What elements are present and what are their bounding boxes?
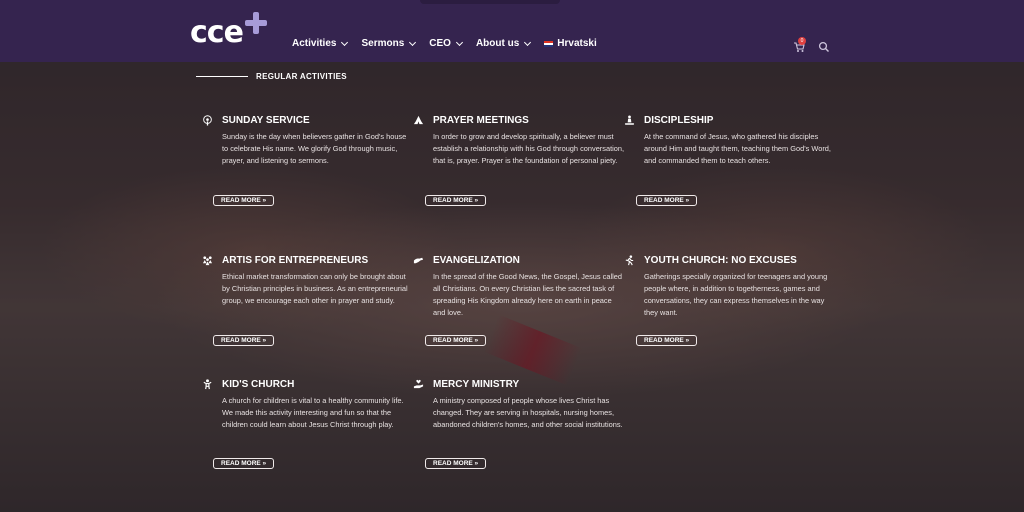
logo-plus-icon bbox=[244, 12, 267, 34]
read-more-button[interactable]: READ MORE » bbox=[636, 335, 698, 346]
read-more-button[interactable]: READ MORE » bbox=[636, 195, 698, 206]
card-title: EVANGELIZATION bbox=[433, 254, 520, 266]
activity-card-evangelization: EVANGELIZATION In the spread of the Good… bbox=[413, 253, 633, 319]
section-heading: REGULAR ACTIVITIES bbox=[196, 72, 347, 81]
read-more-button[interactable]: READ MORE » bbox=[213, 458, 275, 469]
card-description: In order to grow and develop spiritually… bbox=[433, 132, 625, 165]
nav-label: CEO bbox=[429, 38, 451, 49]
nav-item-sermons[interactable]: Sermons bbox=[361, 38, 417, 49]
chevron-down-icon bbox=[524, 38, 532, 46]
card-title: ARTIS FOR ENTREPRENEURS bbox=[222, 254, 369, 266]
card-title: MERCY MINISTRY bbox=[433, 378, 520, 390]
section-title: REGULAR ACTIVITIES bbox=[256, 72, 347, 81]
chevron-down-icon bbox=[455, 38, 463, 46]
card-header: EVANGELIZATION bbox=[413, 253, 633, 267]
card-title: KID'S CHURCH bbox=[222, 378, 295, 390]
card-header: PRAYER MEETINGS bbox=[413, 113, 633, 127]
nav-label: Sermons bbox=[361, 38, 405, 49]
running-person-icon bbox=[622, 253, 636, 267]
activity-card-artis-for-entrepreneurs: ARTIS FOR ENTREPRENEURS Ethical market t… bbox=[202, 253, 422, 307]
read-more-button[interactable]: READ MORE » bbox=[213, 335, 275, 346]
podcast-icon bbox=[200, 113, 214, 127]
card-description: A ministry composed of people whose live… bbox=[433, 396, 623, 429]
activity-card-sunday-service: SUNDAY SERVICE Sunday is the day when be… bbox=[202, 113, 422, 167]
nav-item-about-us[interactable]: About us bbox=[475, 38, 532, 49]
praying-hands-icon bbox=[411, 113, 425, 127]
card-description: Sunday is the day when believers gather … bbox=[222, 132, 407, 165]
activity-card-kids-church: KID'S CHURCH A church for children is vi… bbox=[203, 377, 422, 431]
nav-label: About us bbox=[475, 38, 520, 49]
section-divider-line bbox=[196, 76, 248, 77]
site-header: cce Activities Sermons CEO About us Hrva… bbox=[0, 0, 1024, 62]
nav-item-ceo[interactable]: CEO bbox=[429, 38, 463, 49]
nav-label: Hrvatski bbox=[557, 38, 597, 49]
card-header: DISCIPLESHIP bbox=[624, 113, 844, 127]
activity-card-youth-church: YOUTH CHURCH: NO EXCUSES Gatherings spec… bbox=[625, 253, 844, 319]
search-button[interactable] bbox=[818, 40, 830, 52]
activity-card-discipleship: DISCIPLESHIP At the command of Jesus, wh… bbox=[624, 113, 844, 167]
read-more-button[interactable]: READ MORE » bbox=[213, 195, 275, 206]
hands-helping-icon bbox=[411, 253, 425, 267]
chevron-down-icon bbox=[409, 38, 417, 46]
read-more-button[interactable]: READ MORE » bbox=[425, 195, 487, 206]
card-header: YOUTH CHURCH: NO EXCUSES bbox=[625, 253, 844, 267]
croatian-flag-icon bbox=[544, 40, 554, 47]
cart-count-badge: 0 bbox=[798, 37, 806, 45]
meditation-icon bbox=[622, 113, 636, 127]
main-nav: Activities Sermons CEO About us Hrvatski bbox=[292, 38, 597, 49]
chevron-down-icon bbox=[341, 38, 349, 46]
site-logo[interactable]: cce bbox=[190, 12, 267, 50]
nav-item-language[interactable]: Hrvatski bbox=[544, 38, 597, 49]
card-header: KID'S CHURCH bbox=[203, 377, 422, 391]
card-title: SUNDAY SERVICE bbox=[222, 114, 310, 126]
nav-label: Activities bbox=[292, 38, 337, 49]
header-notch bbox=[420, 0, 560, 4]
search-icon bbox=[818, 41, 829, 52]
activity-card-mercy-ministry: MERCY MINISTRY A ministry composed of pe… bbox=[413, 377, 633, 431]
card-description: Gatherings specially organized for teena… bbox=[644, 272, 828, 317]
read-more-button[interactable]: READ MORE » bbox=[425, 335, 487, 346]
card-description: In the spread of the Good News, the Gosp… bbox=[433, 272, 622, 317]
nav-item-activities[interactable]: Activities bbox=[292, 38, 349, 49]
card-header: SUNDAY SERVICE bbox=[202, 113, 422, 127]
read-more-button[interactable]: READ MORE » bbox=[425, 458, 487, 469]
child-icon bbox=[200, 377, 214, 391]
card-title: YOUTH CHURCH: NO EXCUSES bbox=[644, 254, 797, 266]
activity-card-prayer-meetings: PRAYER MEETINGS In order to grow and dev… bbox=[413, 113, 633, 167]
card-title: PRAYER MEETINGS bbox=[433, 114, 529, 126]
card-description: A church for children is vital to a heal… bbox=[222, 396, 404, 429]
card-header: ARTIS FOR ENTREPRENEURS bbox=[202, 253, 422, 267]
card-description: At the command of Jesus, who gathered hi… bbox=[644, 132, 831, 165]
card-title: DISCIPLESHIP bbox=[644, 114, 714, 126]
hand-holding-heart-icon bbox=[411, 377, 425, 391]
card-header: MERCY MINISTRY bbox=[413, 377, 633, 391]
logo-text: cce bbox=[190, 15, 244, 50]
card-description: Ethical market transformation can only b… bbox=[222, 272, 408, 305]
group-icon bbox=[200, 253, 214, 267]
cart-button[interactable]: 0 bbox=[793, 37, 806, 52]
